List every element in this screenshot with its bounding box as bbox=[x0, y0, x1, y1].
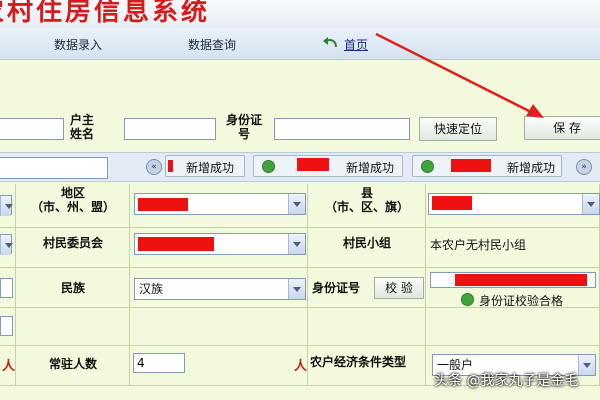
region-label: 地区 （市、州、盟） bbox=[30, 186, 115, 214]
quick-locate-button[interactable]: 快速定位 bbox=[419, 117, 497, 141]
left-input[interactable] bbox=[0, 278, 13, 298]
record-input[interactable] bbox=[0, 157, 108, 179]
left-select-2[interactable] bbox=[0, 234, 13, 255]
left-input-2[interactable] bbox=[0, 316, 13, 336]
owner-name-label: 户主姓名 bbox=[69, 113, 94, 141]
left-select[interactable] bbox=[0, 195, 13, 216]
app-title: 农村住房信息系统 bbox=[0, 0, 211, 27]
watermark: 头条 @我家丸子是金毛 bbox=[434, 373, 579, 389]
id-verify-status: 身份证校验合格 bbox=[479, 294, 564, 308]
region-select[interactable] bbox=[134, 193, 306, 215]
nav-data-query[interactable]: 数据查询 bbox=[188, 36, 236, 53]
next-record-icon[interactable]: » bbox=[576, 159, 592, 175]
nav-home-link[interactable]: 首页 bbox=[344, 36, 368, 53]
record-tab-3[interactable]: 新增成功 bbox=[412, 155, 562, 177]
ethnicity-label: 民族 bbox=[60, 281, 85, 295]
search-name-input[interactable] bbox=[0, 118, 64, 140]
residents-label: 常驻人数 bbox=[48, 357, 97, 371]
nav-data-entry[interactable]: 数据录入 bbox=[54, 36, 102, 53]
search-id-input[interactable] bbox=[274, 118, 410, 140]
economic-type-label: 农户经济条件类型 bbox=[310, 355, 407, 369]
verify-button[interactable]: 校 验 bbox=[374, 277, 424, 299]
record-tab-2[interactable]: 新增成功 bbox=[253, 155, 403, 177]
village-group-label: 村民小组 bbox=[342, 236, 391, 250]
owner-name-input[interactable] bbox=[124, 118, 216, 140]
county-select[interactable] bbox=[428, 193, 600, 215]
home-arrow-icon[interactable] bbox=[322, 36, 338, 50]
save-button[interactable]: 保 存 bbox=[524, 116, 600, 140]
search-id-label: 身份证号 bbox=[225, 113, 262, 141]
check-icon bbox=[262, 160, 275, 173]
unit-label: 人 bbox=[294, 359, 308, 374]
village-committee-label: 村民委员会 bbox=[42, 236, 103, 250]
id-number-label: 身份证号 bbox=[312, 281, 361, 295]
verified-check-icon bbox=[461, 293, 474, 306]
id-number-input[interactable] bbox=[430, 272, 596, 288]
residents-input[interactable]: 4 bbox=[133, 353, 185, 373]
ethnicity-select[interactable]: 汉族 bbox=[134, 278, 306, 300]
village-group-value: 本农户无村民小组 bbox=[430, 238, 527, 252]
unit-label-left: 人 bbox=[2, 359, 16, 374]
check-icon bbox=[421, 160, 434, 173]
record-tab-1[interactable]: 新增成功 bbox=[165, 155, 245, 177]
village-committee-select[interactable] bbox=[134, 233, 306, 255]
prev-record-icon[interactable]: « bbox=[146, 159, 162, 175]
county-label: 县 （市、区、旗） bbox=[324, 186, 409, 214]
